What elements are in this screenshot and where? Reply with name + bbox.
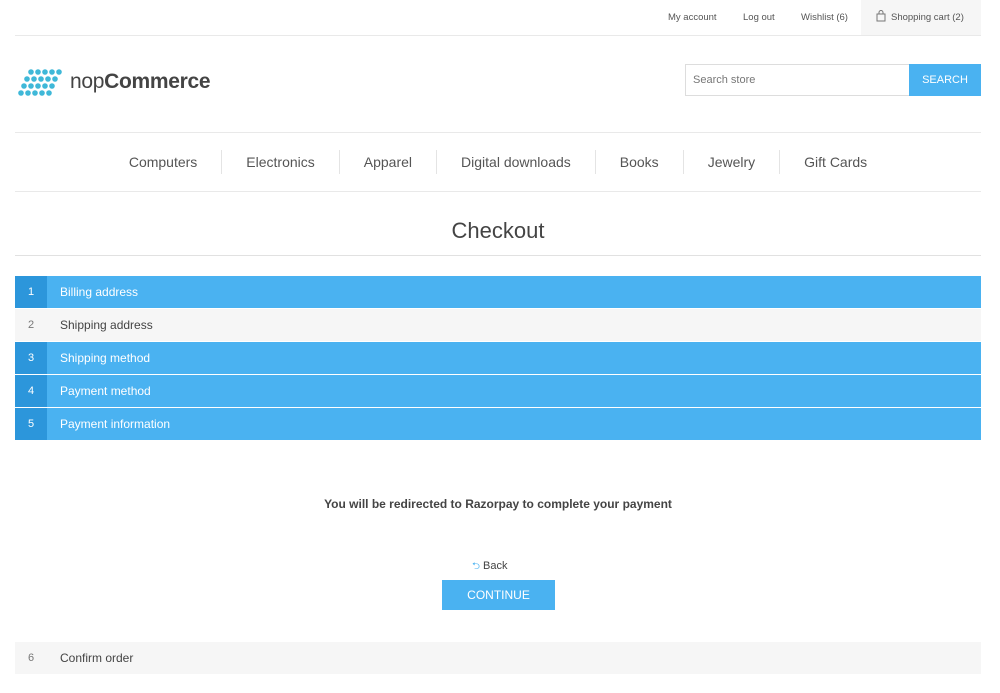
step-title: Payment information [60,417,171,431]
wishlist-link[interactable]: Wishlist (6) [801,12,848,23]
store-logo[interactable]: nopCommerce [18,67,218,103]
step-title: Billing address [60,285,139,299]
step-title: Shipping address [60,318,153,332]
step-title: Confirm order [60,651,134,665]
step-title: Shipping method [60,351,151,365]
confirm-order-section: 6 Confirm order [15,642,981,675]
step-title: Payment method [60,384,151,398]
back-arrow-icon: ⮌ [472,561,481,572]
step-number: 4 [15,375,47,407]
continue-button[interactable]: CONTINUE [442,580,555,610]
step-payment-information[interactable]: 5 Payment information [15,408,981,440]
page-title: Checkout [15,218,981,256]
step-shipping-address: 2 Shipping address [15,309,981,341]
menu-item-gift-cards[interactable]: Gift Cards [779,150,891,174]
header-links: My account Log out Wishlist (6) Shopping… [15,0,981,36]
step-number: 3 [15,342,47,374]
search-button[interactable]: SEARCH [909,64,981,96]
top-menu: Computers Electronics Apparel Digital do… [15,132,981,192]
menu-item-jewelry[interactable]: Jewelry [682,150,779,174]
step-number: 2 [27,319,35,331]
logo-wordmark: nopCommerce [70,70,211,93]
menu-item-apparel[interactable]: Apparel [338,150,436,174]
step-number: 1 [15,276,47,308]
shopping-bag-icon [876,10,886,22]
menu-item-computers[interactable]: Computers [105,150,221,174]
step-billing-address[interactable]: 1 Billing address [15,276,981,308]
menu-item-electronics[interactable]: Electronics [221,150,338,174]
search-input[interactable] [685,64,910,96]
step-payment-method[interactable]: 4 Payment method [15,375,981,407]
back-link-label: Back [483,560,508,572]
checkout-steps: 1 Billing address 2 Shipping address 3 S… [15,276,981,441]
redirect-message: You will be redirected to Razorpay to co… [324,497,672,511]
step-number: 5 [15,408,47,440]
menu-item-books[interactable]: Books [594,150,683,174]
log-out-link[interactable]: Log out [743,12,775,23]
step-shipping-method[interactable]: 3 Shipping method [15,342,981,374]
shopping-cart-link[interactable]: Shopping cart (2) [891,12,964,23]
logo-dots-icon [18,69,62,96]
back-link[interactable]: ⮌ Back [472,559,507,576]
menu-item-digital-downloads[interactable]: Digital downloads [436,150,595,174]
step-number: 6 [27,652,35,664]
shopping-cart-box[interactable]: Shopping cart (2) [861,0,981,35]
step-confirm-order: 6 Confirm order [15,642,981,674]
my-account-link[interactable]: My account [668,12,717,23]
page-title-text: Checkout [451,218,545,243]
